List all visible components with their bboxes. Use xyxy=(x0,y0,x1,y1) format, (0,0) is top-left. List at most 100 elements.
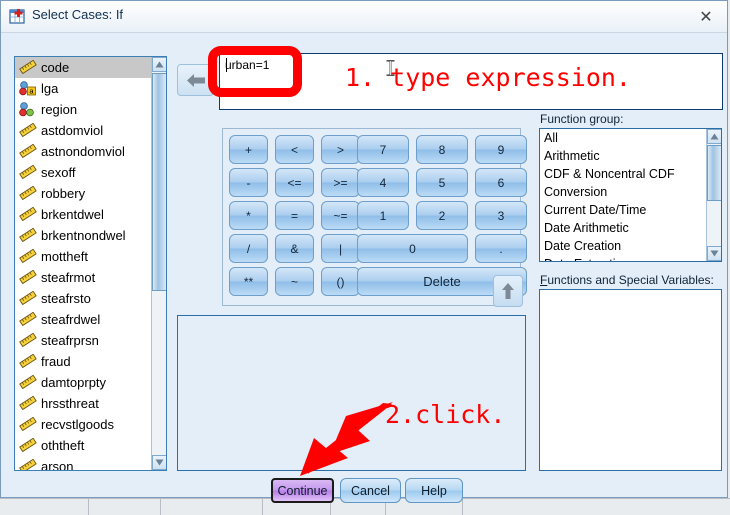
scale-ruler-icon xyxy=(19,59,37,76)
annotation-highlight-rect xyxy=(208,46,302,97)
variable-name: steafrmot xyxy=(41,270,96,285)
keypad-key[interactable]: 2 xyxy=(416,201,468,230)
keypad-key[interactable]: 6 xyxy=(475,168,527,197)
variable-name: fraud xyxy=(41,354,71,369)
variable-list-item[interactable]: steafrdwel xyxy=(15,309,151,330)
function-group-item[interactable]: CDF & Noncentral CDF xyxy=(540,165,706,183)
variable-name: damtoprpty xyxy=(41,375,107,390)
variable-name: steafrdwel xyxy=(41,312,101,327)
scroll-down-arrow-icon[interactable] xyxy=(152,455,166,470)
variable-list-item[interactable]: steafrsto xyxy=(15,288,151,309)
keypad-key[interactable]: < xyxy=(275,135,314,164)
keypad-key[interactable]: 4 xyxy=(357,168,409,197)
close-icon[interactable]: ✕ xyxy=(691,5,721,28)
keypad-key[interactable]: . xyxy=(475,234,527,263)
variable-list-item[interactable]: arson xyxy=(15,456,151,470)
variable-list-item[interactable]: steafrmot xyxy=(15,267,151,288)
title-bar: Select Cases: If ✕ xyxy=(1,1,727,33)
variable-list-item[interactable]: steafrprsn xyxy=(15,330,151,351)
scroll-up-arrow-icon[interactable] xyxy=(152,57,166,72)
keypad-key[interactable]: = xyxy=(275,201,314,230)
keypad-key[interactable]: ~ xyxy=(275,267,314,296)
function-group-item[interactable]: Date Arithmetic xyxy=(540,219,706,237)
keypad-key[interactable]: 9 xyxy=(475,135,527,164)
fg-scroll-up-arrow-icon[interactable] xyxy=(707,129,721,144)
arrow-up-icon xyxy=(502,283,514,299)
function-group-item[interactable]: Current Date/Time xyxy=(540,201,706,219)
scale-ruler-icon xyxy=(19,290,37,307)
scale-ruler-icon xyxy=(19,416,37,433)
variable-list-item[interactable]: brkentdwel xyxy=(15,204,151,225)
variable-list-item[interactable]: damtoprpty xyxy=(15,372,151,393)
help-button[interactable]: Help xyxy=(405,478,463,503)
variable-name: astnondomviol xyxy=(41,144,125,159)
keypad-key[interactable]: () xyxy=(321,267,360,296)
keypad-key[interactable]: * xyxy=(229,201,268,230)
scale-ruler-icon xyxy=(19,164,37,181)
nominal-numeric-icon xyxy=(19,101,37,118)
variable-list-panel: code a lga region astdomviol astnondomviol sex… xyxy=(14,56,167,471)
variable-name: recvstlgoods xyxy=(41,417,114,432)
variable-list-item[interactable]: sexoff xyxy=(15,162,151,183)
insert-function-button[interactable] xyxy=(493,275,523,307)
scale-ruler-icon xyxy=(19,269,37,286)
scale-ruler-icon xyxy=(19,143,37,160)
variable-list-item[interactable]: astdomviol xyxy=(15,120,151,141)
arrow-left-icon xyxy=(186,73,205,87)
function-group-item[interactable]: All xyxy=(540,129,706,147)
variable-name: lga xyxy=(41,81,59,96)
variable-list-scrollbar[interactable] xyxy=(151,57,166,470)
keypad-key[interactable]: | xyxy=(321,234,360,263)
scale-ruler-icon xyxy=(19,185,37,202)
keypad-key[interactable]: 1 xyxy=(357,201,409,230)
function-group-item[interactable]: Conversion xyxy=(540,183,706,201)
cancel-button[interactable]: Cancel xyxy=(340,478,401,503)
scale-ruler-icon xyxy=(19,227,37,244)
fg-scroll-down-arrow-icon[interactable] xyxy=(707,246,721,261)
variable-list-item[interactable]: recvstlgoods xyxy=(15,414,151,435)
keypad-key[interactable]: & xyxy=(275,234,314,263)
keypad-key[interactable]: <= xyxy=(275,168,314,197)
fg-scrollbar-thumb[interactable] xyxy=(707,145,721,201)
function-group-scrollbar[interactable] xyxy=(706,129,721,261)
variable-name: astdomviol xyxy=(41,123,104,138)
keypad-key[interactable]: 0 xyxy=(357,234,468,263)
variable-list-item[interactable]: a lga xyxy=(15,78,151,99)
keypad-key[interactable]: > xyxy=(321,135,360,164)
scale-ruler-icon xyxy=(19,332,37,349)
keypad-key[interactable]: + xyxy=(229,135,268,164)
keypad-key[interactable]: - xyxy=(229,168,268,197)
keypad-key[interactable]: ~= xyxy=(321,201,360,230)
function-group-item[interactable]: Arithmetic xyxy=(540,147,706,165)
keypad-key[interactable]: 8 xyxy=(416,135,468,164)
scrollbar-thumb[interactable] xyxy=(152,73,166,291)
keypad-key[interactable]: 3 xyxy=(475,201,527,230)
variable-list-item[interactable]: brkentnondwel xyxy=(15,225,151,246)
variable-name: steafrsto xyxy=(41,291,91,306)
functions-special-list[interactable] xyxy=(539,289,722,471)
variable-list-item[interactable]: robbery xyxy=(15,183,151,204)
keypad-key[interactable]: 7 xyxy=(357,135,409,164)
variable-name: robbery xyxy=(41,186,86,201)
function-group-list[interactable]: All Arithmetic CDF & Noncentral CDF Convers… xyxy=(540,129,706,261)
variable-name: sexoff xyxy=(41,165,76,180)
function-group-item[interactable]: Date Creation xyxy=(540,237,706,255)
variable-list-item[interactable]: mottheft xyxy=(15,246,151,267)
variable-list-item[interactable]: code xyxy=(15,57,151,78)
variable-name: mottheft xyxy=(41,249,88,264)
function-group-item[interactable]: Date Extraction xyxy=(540,255,706,261)
variable-list-item[interactable]: fraud xyxy=(15,351,151,372)
variable-name: oththeft xyxy=(41,438,85,453)
variable-list-item[interactable]: hrssthreat xyxy=(15,393,151,414)
keypad-key[interactable]: ** xyxy=(229,267,268,296)
continue-button[interactable]: Continue xyxy=(271,478,334,503)
variable-list-item[interactable]: astnondomviol xyxy=(15,141,151,162)
variable-list-item[interactable]: region xyxy=(15,99,151,120)
keypad-key[interactable]: / xyxy=(229,234,268,263)
keypad-key[interactable]: >= xyxy=(321,168,360,197)
scale-ruler-icon xyxy=(19,437,37,454)
variable-list[interactable]: code a lga region astdomviol astnondomviol sex… xyxy=(15,57,151,470)
variable-list-item[interactable]: oththeft xyxy=(15,435,151,456)
keypad-key[interactable]: 5 xyxy=(416,168,468,197)
variable-name: brkentnondwel xyxy=(41,228,126,243)
